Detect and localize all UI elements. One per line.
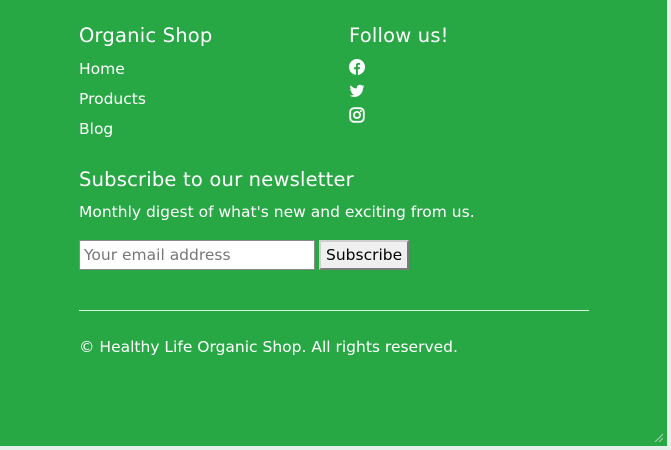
follow-us-title: Follow us! [349, 24, 449, 47]
newsletter-section: Subscribe to our newsletter Monthly dige… [79, 168, 589, 270]
footer-link-products[interactable]: Products [79, 89, 213, 109]
footer-link-blog[interactable]: Blog [79, 119, 213, 139]
email-input[interactable] [79, 240, 315, 270]
twitter-icon[interactable] [349, 83, 365, 99]
newsletter-description: Monthly digest of what's new and excitin… [79, 203, 475, 221]
subscribe-button[interactable]: Subscribe [319, 240, 410, 270]
copyright-text: © Healthy Life Organic Shop. All rights … [79, 338, 458, 356]
footer-link-home[interactable]: Home [79, 59, 213, 79]
newsletter-title: Subscribe to our newsletter [79, 168, 354, 191]
subscribe-form: Subscribe [79, 240, 410, 270]
instagram-icon[interactable] [349, 107, 365, 123]
facebook-icon[interactable] [349, 59, 365, 75]
site-footer: Organic Shop Home Products Blog Follow u… [0, 0, 667, 446]
resize-grip-icon[interactable] [653, 432, 663, 442]
social-links [349, 59, 449, 123]
footer-divider [79, 310, 589, 311]
social-column: Follow us! [349, 24, 449, 131]
brand-title: Organic Shop [79, 24, 213, 47]
links-column: Organic Shop Home Products Blog [79, 24, 213, 139]
